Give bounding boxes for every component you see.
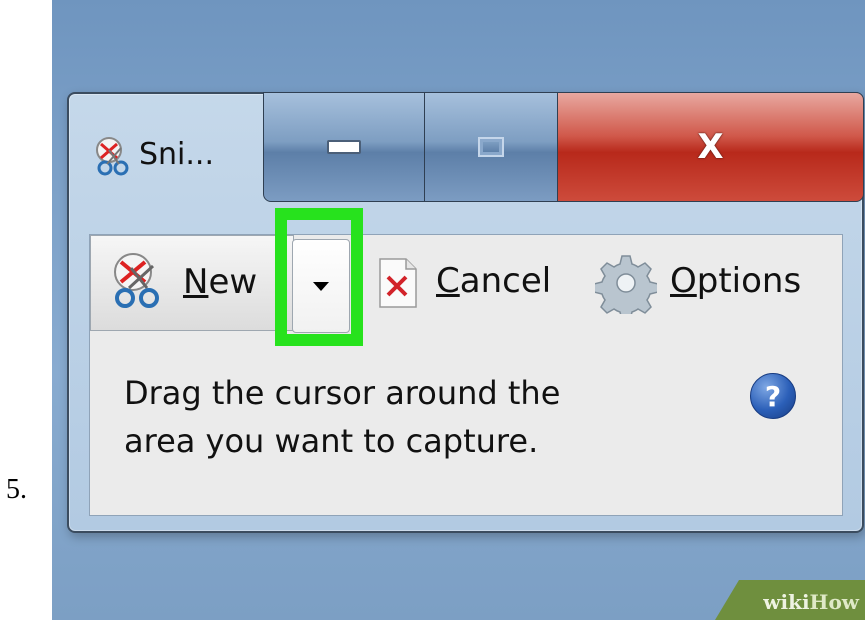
help-icon[interactable]: ?	[750, 373, 796, 419]
instruction-line-2: area you want to capture.	[124, 422, 539, 460]
instruction-text: Drag the cursor around the area you want…	[124, 369, 684, 465]
close-button[interactable]: X	[557, 92, 864, 202]
chevron-down-icon	[313, 281, 329, 291]
step-number: 5.	[6, 474, 27, 505]
desktop-background: Sni... X New Cancel Options Drag the cur…	[52, 0, 865, 620]
scissors-icon	[114, 253, 159, 308]
toolbar: New Cancel Options	[90, 208, 842, 346]
cancel-button[interactable]: Cancel	[436, 261, 551, 301]
gear-icon[interactable]	[595, 252, 657, 314]
options-button[interactable]: Options	[670, 261, 801, 301]
minimize-button[interactable]	[263, 92, 425, 202]
snipping-tool-window: Sni... X New Cancel Options Drag the cur…	[67, 92, 864, 533]
maximize-button[interactable]	[424, 92, 558, 202]
title-bar[interactable]: Sni... X	[69, 92, 864, 204]
close-icon: X	[697, 127, 724, 167]
new-label: New	[183, 262, 258, 302]
wikihow-watermark: wikiHow	[763, 590, 859, 614]
cancel-icon[interactable]	[376, 255, 420, 311]
watermark-prefix: wiki	[763, 590, 810, 614]
new-dropdown-button[interactable]	[292, 239, 350, 333]
maximize-icon	[478, 137, 504, 157]
instruction-line-1: Drag the cursor around the	[124, 374, 561, 412]
snipping-tool-icon	[96, 137, 129, 176]
help-glyph: ?	[764, 379, 782, 413]
minimize-icon	[327, 140, 361, 154]
client-area: New Cancel Options Drag the cursor aroun…	[89, 208, 843, 516]
watermark-brand: How	[809, 590, 859, 614]
window-title: Sni...	[139, 137, 214, 172]
new-snip-button[interactable]: New	[90, 235, 294, 331]
